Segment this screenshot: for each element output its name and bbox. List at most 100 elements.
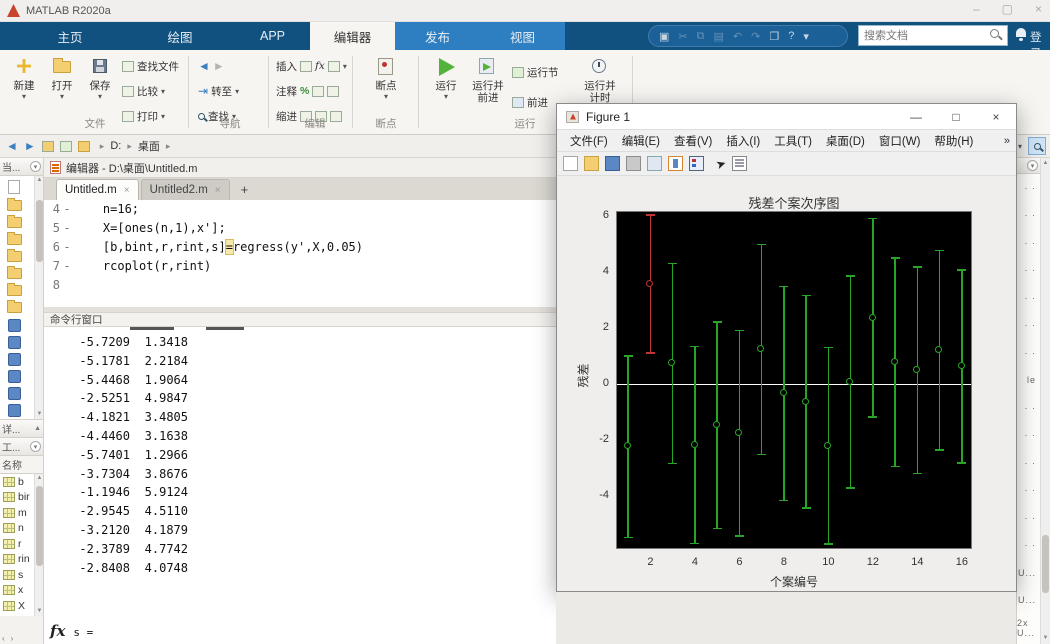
folder-icon[interactable] (7, 251, 22, 262)
figure-menu-desktop[interactable]: 桌面(D) (819, 133, 872, 149)
figure-menu-view[interactable]: 查看(V) (667, 133, 719, 149)
scroll-down-icon[interactable]: ▼ (1041, 634, 1050, 643)
filelist-scrollbar[interactable]: ▲ ▼ (34, 176, 43, 419)
scroll-down-icon[interactable]: ▼ (35, 410, 44, 419)
workspace-name-column-header[interactable]: 名称 (0, 456, 43, 474)
close-button[interactable]: × (1035, 2, 1042, 16)
ribbon-tab-publish[interactable]: 发布 (395, 22, 480, 50)
cut-icon[interactable]: ✂ (678, 30, 687, 43)
workspace-hscroll-arrows[interactable]: ‹› (2, 634, 19, 643)
maximize-button[interactable]: ▢ (1002, 2, 1013, 16)
ribbon-tab-plots[interactable]: 绘图 (125, 22, 235, 50)
breakpoints-button[interactable]: 断点 ▾ (364, 56, 408, 101)
open-file-button[interactable]: 打开 ▾ (44, 56, 80, 101)
breadcrumb-desktop[interactable]: 桌面 (138, 138, 160, 154)
minimize-button[interactable]: – (973, 2, 980, 16)
matlab-file-icon[interactable] (8, 404, 21, 417)
save-figure-icon[interactable] (605, 156, 620, 171)
doc-search-input[interactable] (858, 25, 1008, 46)
new-tab-button[interactable]: + (232, 179, 258, 200)
dropdown-icon[interactable]: ▾ (803, 30, 809, 43)
paste-icon[interactable]: ▤ (713, 30, 723, 43)
switch-window-icon[interactable]: ❐ (769, 30, 779, 43)
figure-menu-help[interactable]: 帮助(H) (927, 133, 980, 149)
compare-button[interactable]: 比较 ▾ (122, 83, 165, 99)
back-arrow-icon[interactable]: ◄ (198, 60, 210, 72)
insert-button[interactable]: 插入 fx ▾ (276, 58, 347, 74)
file-icon[interactable] (8, 180, 20, 194)
help-icon[interactable]: ? (788, 30, 794, 42)
menu-overflow-icon[interactable]: » (1004, 135, 1010, 147)
goto-button[interactable]: ⇥ 转至 ▾ (198, 83, 239, 99)
comment-button[interactable]: 注释 % (276, 83, 339, 99)
ribbon-tab-view[interactable]: 视图 (480, 22, 565, 50)
workspace-header[interactable]: 工... ▾ (0, 438, 43, 456)
figure-menu-tools[interactable]: 工具(T) (767, 133, 819, 149)
nav-forward-icon[interactable]: ► (24, 140, 36, 152)
search-folder-button[interactable] (1028, 137, 1046, 155)
copy-icon[interactable]: ⧉ (697, 30, 705, 43)
matlab-file-icon[interactable] (8, 370, 21, 383)
current-folder-menu-icon[interactable]: ▾ (30, 161, 41, 172)
print-figure-icon[interactable] (626, 156, 641, 171)
figure-window[interactable]: Figure 1 — □ × 文件(F)编辑(E)查看(V)插入(I)工具(T)… (556, 103, 1017, 592)
ribbon-tab-apps[interactable]: APP (235, 22, 310, 50)
scroll-up-icon[interactable]: ▲ (35, 176, 44, 185)
workspace-scrollbar[interactable]: ▲ ▼ (34, 474, 43, 616)
redo-icon[interactable]: ↷ (751, 30, 760, 43)
figure-menu-insert[interactable]: 插入(I) (719, 133, 767, 149)
folder-icon[interactable] (7, 302, 22, 313)
property-inspector-icon[interactable] (732, 156, 747, 171)
matlab-file-icon[interactable] (8, 387, 21, 400)
folder-up-icon[interactable] (42, 141, 54, 152)
tab-untitled2-m[interactable]: Untitled2.m × (141, 179, 230, 200)
pointer-tool-icon[interactable]: ➤ (714, 155, 728, 171)
property-editor-icon[interactable] (689, 156, 704, 171)
folder-icon[interactable] (7, 285, 22, 296)
save-file-button[interactable]: 保存 ▾ (82, 56, 118, 101)
copy-figure-icon[interactable] (647, 156, 662, 171)
matlab-file-icon[interactable] (8, 336, 21, 349)
run-section-button[interactable]: 运行节 (512, 64, 559, 80)
ribbon-tab-editor[interactable]: 编辑器 (310, 22, 395, 50)
forward-arrow-icon[interactable]: ► (213, 60, 225, 72)
browse-folder-icon[interactable] (60, 141, 72, 152)
matlab-file-icon[interactable] (8, 353, 21, 366)
run-and-advance-button[interactable]: 运行并 前进 (468, 56, 508, 104)
figure-menu-edit[interactable]: 编辑(E) (615, 133, 667, 149)
undo-icon[interactable]: ↶ (733, 30, 742, 43)
breadcrumb-drive[interactable]: D: (110, 140, 121, 152)
tab-untitled-m[interactable]: Untitled.m × (56, 179, 139, 200)
close-tab-icon[interactable]: × (215, 185, 221, 196)
scroll-down-icon[interactable]: ▼ (35, 607, 44, 616)
mobile-app-icon[interactable] (668, 156, 683, 171)
figure-menu-file[interactable]: 文件(F) (563, 133, 615, 149)
close-tab-icon[interactable]: × (124, 185, 130, 196)
find-files-button[interactable]: 查找文件 (122, 58, 179, 74)
notification-bell-icon[interactable] (1016, 28, 1026, 37)
folder-icon[interactable] (7, 217, 22, 228)
new-figure-icon[interactable] (563, 156, 578, 171)
figure-maximize-button[interactable]: □ (936, 104, 976, 130)
current-folder-header[interactable]: 当... ▾ (0, 158, 43, 176)
doc-search-icon[interactable] (990, 29, 999, 38)
figure-menu-window[interactable]: 窗口(W) (872, 133, 928, 149)
ribbon-tab-home[interactable]: 主页 (15, 22, 125, 50)
figure-close-button[interactable]: × (976, 104, 1016, 130)
run-button[interactable]: 运行 ▾ (428, 56, 464, 101)
nav-back-icon[interactable]: ◄ (6, 140, 18, 152)
scroll-up-icon[interactable]: ▲ (1041, 159, 1050, 168)
matlab-file-icon[interactable] (8, 319, 21, 332)
right-outer-scrollbar[interactable]: ▲ ▼ (1040, 158, 1050, 644)
scroll-up-icon[interactable]: ▲ (35, 474, 44, 483)
run-and-time-button[interactable]: 运行并 计时 (580, 56, 620, 104)
folder-icon[interactable] (7, 268, 22, 279)
folder-icon[interactable] (7, 234, 22, 245)
advance-button[interactable]: 前进 (512, 94, 548, 110)
collapse-icon[interactable]: ▲ (34, 425, 41, 432)
figure-minimize-button[interactable]: — (896, 104, 936, 130)
workspace-menu-icon[interactable]: ▾ (30, 441, 41, 452)
save-icon[interactable]: ▣ (659, 30, 669, 43)
addressbar-dropdown-icon[interactable]: ▾ (1018, 142, 1022, 151)
folder-icon[interactable] (7, 200, 22, 211)
